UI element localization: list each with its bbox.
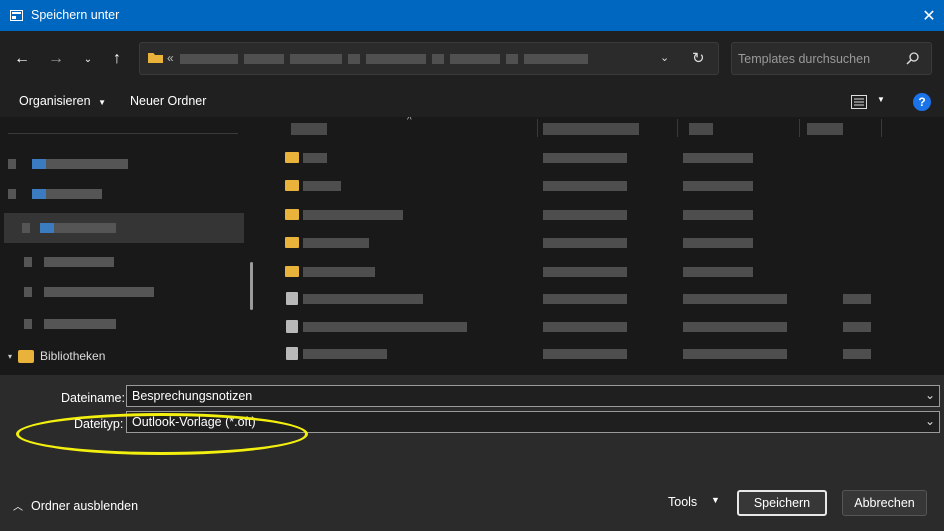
help-icon: ? — [918, 95, 926, 109]
view-options-button[interactable]: ▼ — [849, 93, 889, 111]
column-header-date[interactable] — [543, 123, 639, 135]
libraries-icon — [18, 349, 35, 363]
address-prefix[interactable]: « — [167, 51, 174, 65]
file-icon — [286, 320, 298, 333]
hide-folders-label: Ordner ausblenden — [31, 498, 139, 513]
libraries-label: Bibliotheken — [40, 349, 106, 363]
list-item[interactable] — [263, 343, 944, 365]
up-button[interactable]: ↑ — [106, 48, 128, 70]
column-header-size[interactable] — [807, 123, 843, 135]
list-item[interactable] — [263, 232, 944, 254]
sidebar-item-libraries[interactable]: ▾ Bibliotheken — [8, 349, 105, 363]
window-title: Speichern unter — [31, 8, 120, 22]
list-item[interactable] — [263, 204, 944, 226]
new-folder-button[interactable]: Neuer Ordner — [130, 94, 206, 108]
save-button[interactable]: Speichern — [737, 490, 827, 516]
sidebar-scrollbar[interactable] — [250, 262, 253, 310]
navigation-pane: ▾ Bibliotheken — [0, 117, 263, 375]
file-icon — [286, 292, 298, 305]
chevron-up-icon: ︿ — [13, 502, 23, 513]
address-bar[interactable]: « ⌄ ↻ — [139, 42, 719, 75]
sidebar-divider — [8, 133, 238, 134]
folder-icon — [148, 53, 163, 63]
chevron-down-icon[interactable]: ⌄ — [925, 388, 935, 402]
chevron-down-icon[interactable]: ▼ — [711, 495, 720, 505]
search-box[interactable] — [731, 42, 932, 75]
folder-icon — [285, 152, 299, 163]
filename-input[interactable]: Besprechungsnotizen ⌄ — [126, 385, 940, 407]
address-path-redacted — [180, 54, 620, 64]
list-item[interactable] — [263, 261, 944, 283]
cancel-button[interactable]: Abbrechen — [842, 490, 927, 516]
sidebar-item[interactable] — [4, 149, 244, 179]
folder-icon — [285, 180, 299, 191]
refresh-icon[interactable]: ↻ — [692, 49, 705, 67]
expand-icon[interactable]: ▾ — [8, 352, 12, 361]
search-icon[interactable] — [906, 52, 919, 65]
title-bar: Speichern unter ✕ — [0, 0, 944, 31]
organize-button[interactable]: Organisieren ▼ — [19, 94, 106, 108]
command-toolbar: Organisieren ▼ Neuer Ordner ▼ ? — [0, 85, 944, 117]
chevron-down-icon[interactable]: ⌄ — [925, 414, 935, 428]
back-button[interactable]: ← — [11, 48, 33, 70]
filetype-label: Dateityp: — [74, 417, 124, 431]
list-item[interactable] — [263, 288, 944, 310]
folder-icon — [285, 209, 299, 220]
sidebar-item[interactable] — [4, 309, 244, 339]
tools-button[interactable]: Tools — [668, 495, 697, 509]
filetype-select[interactable]: Outlook-Vorlage (*.oft) ⌄ — [126, 411, 940, 433]
column-header-type[interactable] — [689, 123, 713, 135]
forward-button[interactable]: → — [45, 48, 67, 70]
chevron-down-icon: ▼ — [877, 95, 885, 104]
save-dialog-icon — [10, 10, 23, 21]
sidebar-item[interactable] — [4, 277, 244, 307]
hide-folders-button[interactable]: ︿ Ordner ausblenden — [13, 498, 139, 514]
arrow-right-icon: → — [48, 50, 64, 67]
chevron-down-icon: ▼ — [98, 98, 106, 107]
list-item[interactable] — [263, 147, 944, 169]
arrow-up-icon: ↑ — [113, 50, 121, 67]
column-header-name[interactable] — [291, 123, 327, 135]
filetype-value: Outlook-Vorlage (*.oft) — [132, 415, 256, 429]
close-button[interactable]: ✕ — [914, 0, 944, 31]
folder-icon — [285, 237, 299, 248]
close-icon: ✕ — [922, 7, 936, 25]
filename-label: Dateiname: — [61, 391, 125, 405]
sidebar-item[interactable] — [4, 247, 244, 277]
search-input[interactable] — [738, 51, 898, 67]
new-folder-label: Neuer Ordner — [130, 94, 207, 108]
file-list: ^ — [263, 117, 944, 375]
sidebar-item-selected[interactable] — [4, 213, 244, 243]
recent-locations-button[interactable]: ⌄ — [77, 48, 99, 70]
arrow-left-icon: ← — [14, 50, 30, 67]
list-item[interactable] — [263, 175, 944, 197]
help-button[interactable]: ? — [913, 93, 931, 111]
sidebar-item[interactable] — [4, 179, 244, 209]
filename-value: Besprechungsnotizen — [132, 389, 253, 403]
sort-ascending-icon: ^ — [407, 117, 412, 126]
address-dropdown-icon[interactable]: ⌄ — [660, 51, 669, 64]
folder-icon — [285, 266, 299, 277]
chevron-down-icon: ⌄ — [83, 53, 93, 65]
file-icon — [286, 347, 298, 360]
list-view-icon — [851, 95, 867, 109]
list-item[interactable] — [263, 316, 944, 338]
organize-label: Organisieren — [19, 94, 91, 108]
